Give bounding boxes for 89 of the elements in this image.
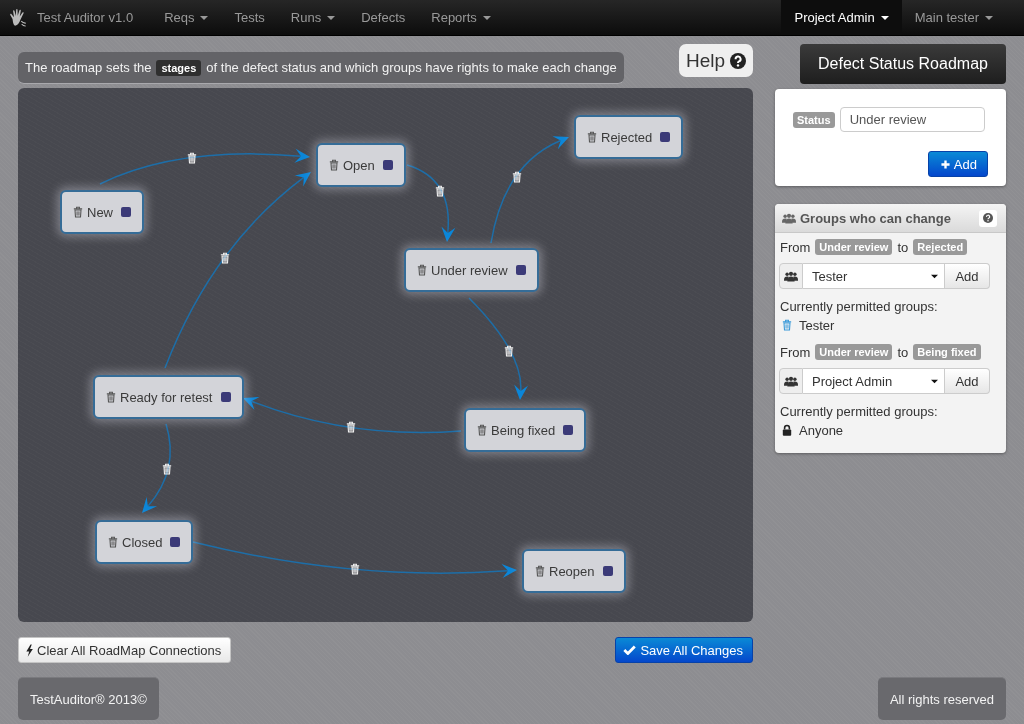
trash-icon[interactable] xyxy=(350,563,360,575)
stage-node[interactable]: Rejected xyxy=(574,115,684,159)
stage-node[interactable]: Ready for retest xyxy=(93,375,244,419)
trash-icon[interactable] xyxy=(587,131,597,143)
square-handle-icon[interactable] xyxy=(382,160,393,170)
plus-icon xyxy=(940,159,950,169)
question-circle-icon xyxy=(730,52,746,69)
trash-icon[interactable] xyxy=(346,421,356,433)
square-handle-icon[interactable] xyxy=(170,537,181,547)
info-text: of the defect status and which groups have rights to make each change xyxy=(206,60,617,75)
trash-icon[interactable] xyxy=(106,391,116,403)
check-icon xyxy=(623,645,637,655)
square-handle-icon[interactable] xyxy=(563,425,574,435)
stage-label: Closed xyxy=(122,534,163,550)
trash-icon[interactable] xyxy=(162,463,172,475)
trash-icon[interactable] xyxy=(329,159,339,171)
stage-node[interactable]: Reopen xyxy=(522,549,626,593)
footer-rights: All rights reserved xyxy=(877,677,1006,720)
save-button[interactable]: Save All Changes xyxy=(615,637,753,663)
trash-icon[interactable] xyxy=(504,345,514,357)
stage-label: New xyxy=(87,204,113,220)
trash-icon[interactable] xyxy=(187,152,197,164)
users-icon xyxy=(779,368,803,394)
group-select[interactable]: Project Admin xyxy=(803,368,945,394)
square-handle-icon[interactable] xyxy=(220,392,231,402)
trash-icon[interactable] xyxy=(477,424,487,436)
lock-icon xyxy=(782,424,792,436)
square-handle-icon[interactable] xyxy=(515,265,526,275)
permitted-label: Currently permitted groups: xyxy=(779,403,939,421)
status-input[interactable]: Under review xyxy=(839,107,985,132)
stage-label: Ready for retest xyxy=(120,389,213,405)
group-select[interactable]: Tester xyxy=(803,263,945,289)
permitted-label: Currently permitted groups: xyxy=(779,298,939,316)
square-handle-icon[interactable] xyxy=(121,207,131,217)
panel-title: Defect Status Roadmap xyxy=(800,44,1006,84)
add-group-button[interactable]: Add xyxy=(945,263,990,289)
stage-label: Rejected xyxy=(601,129,653,145)
status-tag: Being fixed xyxy=(913,344,981,360)
nav-link[interactable]: Defects xyxy=(348,0,419,35)
question-circle-icon xyxy=(983,213,993,223)
stage-node[interactable]: Closed xyxy=(95,520,194,564)
trash-icon[interactable] xyxy=(435,185,445,197)
to-text: to xyxy=(897,344,909,360)
stage-label: Open xyxy=(343,157,375,173)
trash-icon[interactable] xyxy=(512,171,522,183)
clear-connections-button[interactable]: Clear All RoadMap Connections xyxy=(18,637,232,663)
caret-icon xyxy=(931,378,938,384)
trash-icon[interactable] xyxy=(108,536,118,548)
from-text: From xyxy=(780,239,811,255)
nav-link[interactable]: Main tester xyxy=(901,0,1006,35)
stage-node[interactable]: Being fixed xyxy=(464,408,587,452)
bolt-icon xyxy=(26,643,33,657)
group-name: Anyone xyxy=(799,422,844,438)
keyword-tag: stages xyxy=(156,59,202,76)
panel-heading: Groups who can change xyxy=(800,210,951,226)
hand-icon xyxy=(8,7,28,28)
footer-copyright: TestAuditor® 2013© xyxy=(18,677,159,720)
from-text: From xyxy=(780,344,811,360)
status-tag: Under review xyxy=(815,344,893,360)
trash-icon[interactable] xyxy=(417,264,427,276)
stage-label: Under review xyxy=(431,262,508,278)
field-label: Status xyxy=(793,111,835,128)
group-name: Tester xyxy=(799,317,835,333)
to-text: to xyxy=(897,239,909,255)
nav-link[interactable]: Reqs xyxy=(151,0,222,35)
status-tag: Rejected xyxy=(913,239,968,255)
nav-link[interactable]: Reports xyxy=(418,0,504,35)
users-icon xyxy=(782,212,796,224)
users-icon xyxy=(779,263,803,289)
stage-label: Being fixed xyxy=(491,422,556,438)
trash-icon[interactable] xyxy=(73,206,83,218)
status-tag: Under review xyxy=(815,239,893,255)
stage-label: Reopen xyxy=(549,563,595,579)
stage-node[interactable]: Under review xyxy=(404,248,539,292)
square-handle-icon[interactable] xyxy=(602,566,613,576)
trash-icon[interactable] xyxy=(535,565,545,577)
caret-icon xyxy=(931,273,938,279)
info-text: The roadmap sets the xyxy=(25,60,152,75)
help-button[interactable]: Help xyxy=(678,44,753,77)
square-handle-icon[interactable] xyxy=(660,132,671,142)
stage-node[interactable]: Open xyxy=(316,143,406,187)
add-status-button[interactable]: Add xyxy=(927,151,988,177)
trash-icon[interactable] xyxy=(220,252,230,264)
nav-link[interactable]: Tests xyxy=(221,0,278,35)
stage-node[interactable]: New xyxy=(60,190,144,234)
help-button[interactable] xyxy=(979,209,997,227)
brand-link[interactable]: Test Auditor v1.0 xyxy=(8,0,152,35)
add-group-button[interactable]: Add xyxy=(945,368,990,394)
nav-link[interactable]: Runs xyxy=(277,0,349,35)
